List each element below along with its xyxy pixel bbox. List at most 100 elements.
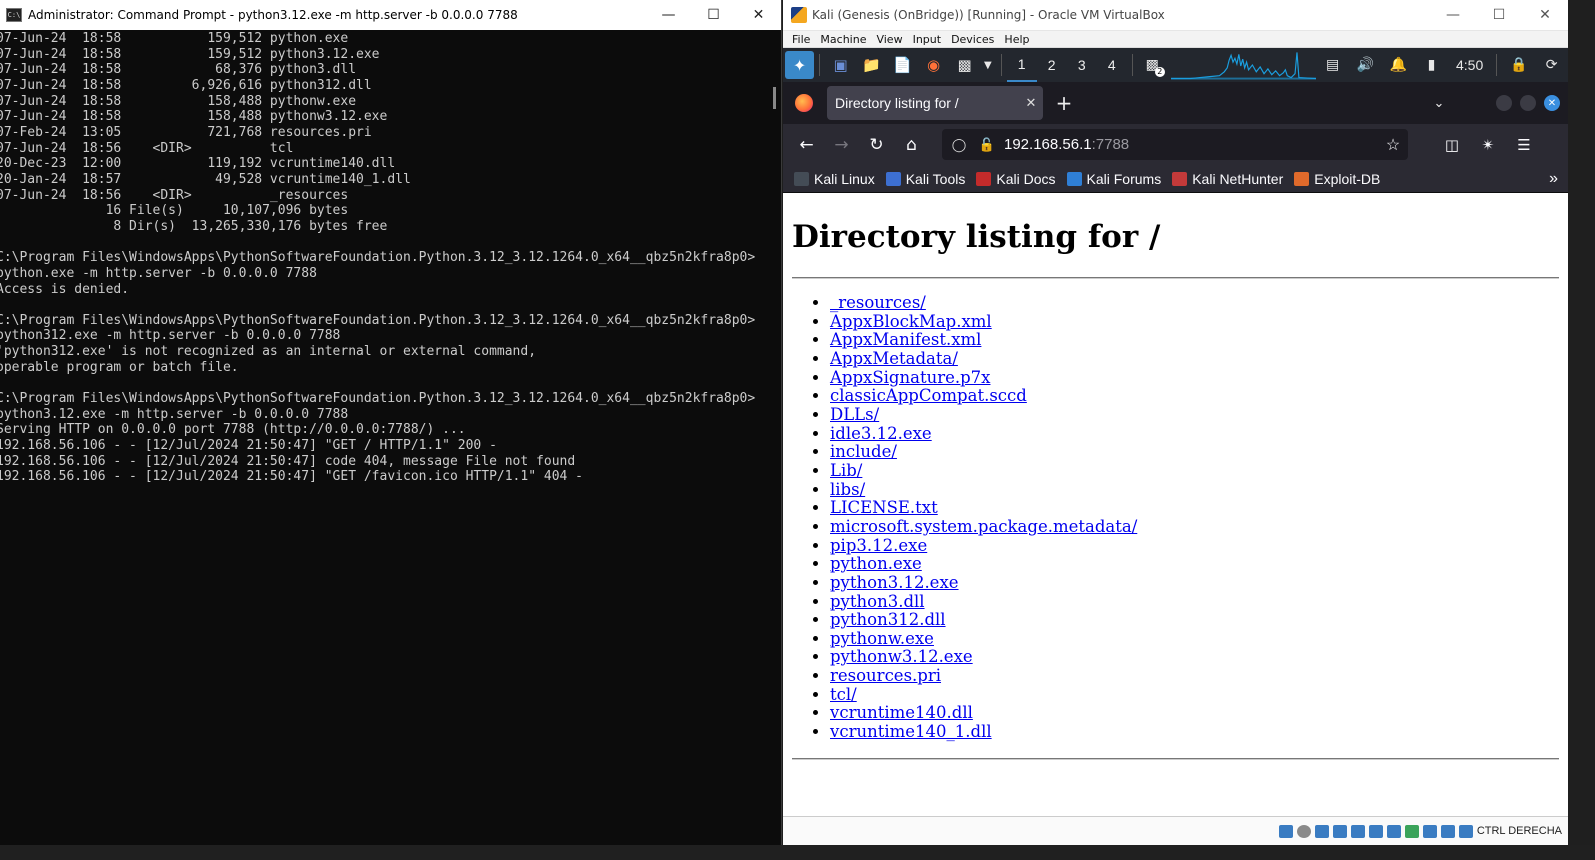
directory-entry-link[interactable]: classicAppCompat.sccd	[830, 386, 1027, 405]
directory-entry-link[interactable]: AppxSignature.p7x	[830, 368, 990, 387]
vbox-titlebar[interactable]: Kali (Genesis (OnBridge)) [Running] - Or…	[783, 0, 1568, 31]
optical-drive-icon[interactable]	[1296, 824, 1311, 838]
minimize-icon[interactable]: —	[646, 0, 691, 30]
url-bar[interactable]: ◯ 🔓 192.168.56.1:7788 ☆	[942, 129, 1408, 160]
menu-devices[interactable]: Devices	[946, 33, 999, 46]
directory-entry-link[interactable]: Lib/	[830, 461, 862, 480]
workspace-2[interactable]: 2	[1037, 48, 1067, 82]
directory-entry-link[interactable]: AppxManifest.xml	[830, 330, 981, 349]
directory-entry-link[interactable]: AppxMetadata/	[830, 349, 958, 368]
directory-entry-link[interactable]: AppxBlockMap.xml	[830, 312, 992, 331]
directory-entry-link[interactable]: pythonw3.12.exe	[830, 647, 973, 667]
usb-icon[interactable]	[1350, 824, 1365, 838]
display-icon[interactable]	[1386, 824, 1401, 838]
reload-icon[interactable]: ↻	[859, 135, 894, 155]
show-desktop-icon[interactable]: ▣	[825, 48, 856, 82]
panel-clock[interactable]: 4:50	[1448, 48, 1491, 82]
audio-icon[interactable]	[1314, 824, 1329, 838]
shield-icon[interactable]: ◯	[948, 137, 970, 153]
back-icon[interactable]: ←	[789, 135, 824, 155]
lock-icon[interactable]: 🔒	[1502, 48, 1535, 82]
directory-entry-link[interactable]: tcl/	[830, 685, 857, 704]
close-icon[interactable]: ✕	[736, 0, 781, 30]
directory-entry-link[interactable]: python.exe	[830, 554, 922, 573]
kali-menu-icon[interactable]: ✦	[785, 51, 815, 79]
vpn-icon[interactable]: ▤	[1316, 48, 1349, 82]
new-tab-icon[interactable]: +	[1049, 91, 1079, 115]
terminal-task-icon[interactable]: ▩ 2	[1138, 48, 1167, 82]
bookmark-kali-nethunter[interactable]: Kali NetHunter	[1172, 171, 1283, 187]
directory-entry-link[interactable]: include/	[830, 442, 897, 461]
hard-disk-icon[interactable]	[1278, 824, 1293, 838]
directory-entry-link[interactable]: pip3.12.exe	[830, 536, 927, 555]
forward-icon[interactable]: →	[824, 135, 859, 155]
insecure-lock-icon[interactable]: 🔓	[976, 137, 998, 153]
tab-close-icon[interactable]: ✕	[1019, 95, 1043, 111]
workspace-1[interactable]: 1	[1006, 48, 1037, 82]
cmd-console[interactable]: 07-Jun-24 18:58 159,512 python.exe 07-Jun…	[0, 30, 781, 845]
hamburger-menu-icon[interactable]: ☰	[1506, 136, 1542, 154]
window-maximize-icon[interactable]	[1520, 95, 1536, 111]
bookmarks-overflow-icon[interactable]: »	[1549, 170, 1558, 188]
workspace-3[interactable]: 3	[1067, 48, 1097, 82]
minimize-icon[interactable]: —	[1430, 0, 1476, 30]
firefox-icon[interactable]: ◉	[918, 48, 949, 82]
network-icon[interactable]	[1332, 824, 1347, 838]
directory-entry-link[interactable]: python3.dll	[830, 592, 925, 611]
directory-entry-link[interactable]: idle3.12.exe	[830, 424, 932, 443]
menu-view[interactable]: View	[871, 33, 907, 46]
shared-folders-icon[interactable]	[1368, 824, 1383, 838]
bookmark-kali-linux[interactable]: Kali Linux	[794, 171, 875, 187]
window-close-icon[interactable]: ✕	[1544, 95, 1560, 111]
logout-icon[interactable]: ⟳	[1535, 48, 1568, 82]
chevron-down-icon[interactable]: ▼	[980, 48, 996, 82]
recording-icon[interactable]	[1404, 824, 1419, 838]
directory-entry-link[interactable]: libs/	[830, 480, 865, 499]
bookmark-exploit-db[interactable]: Exploit-DB	[1294, 171, 1380, 187]
directory-entry-link[interactable]: python3.12.exe	[830, 573, 959, 592]
cpu-icon[interactable]	[1422, 824, 1437, 838]
directory-entry-link[interactable]: python312.dll	[830, 610, 946, 629]
cmd-scrollbar-thumb[interactable]	[773, 87, 776, 109]
terminal-icon[interactable]: ▩	[949, 48, 980, 82]
file-manager-icon[interactable]: 📁	[856, 48, 887, 82]
bookmark-kali-tools[interactable]: Kali Tools	[885, 171, 965, 187]
directory-entry-link[interactable]: LICENSE.txt	[830, 498, 938, 517]
cmd-titlebar[interactable]: C:\ Administrator: Command Prompt - pyth…	[0, 0, 781, 30]
console-line: 192.168.56.106 - - [12/Jul/2024 21:50:47…	[0, 469, 583, 485]
directory-entry-link[interactable]: pythonw.exe	[830, 629, 934, 648]
notification-bell-icon[interactable]: 🔔	[1382, 48, 1415, 82]
exploit-db-icon	[1294, 171, 1310, 186]
window-minimize-icon[interactable]	[1496, 95, 1512, 111]
url-text[interactable]: 192.168.56.1:7788	[998, 136, 1378, 153]
text-editor-icon[interactable]: 📄	[887, 48, 918, 82]
pocket-icon[interactable]: ◫	[1434, 136, 1470, 154]
menu-input[interactable]: Input	[908, 33, 946, 46]
workspace-4[interactable]: 4	[1097, 48, 1127, 82]
battery-icon[interactable]: ▮	[1415, 48, 1448, 82]
directory-entry-link[interactable]: resources.pri	[830, 666, 941, 685]
close-icon[interactable]: ✕	[1522, 0, 1568, 30]
directory-entry-link[interactable]: _resources/	[830, 293, 926, 312]
bookmark-kali-forums[interactable]: Kali Forums	[1066, 171, 1161, 187]
firefox-tabbar: Directory listing for / ✕ + ⌄ ✕	[783, 82, 1568, 124]
directory-entry-link[interactable]: DLLs/	[830, 405, 879, 424]
menu-help[interactable]: Help	[999, 33, 1034, 46]
console-line: 192.168.56.106 - - [12/Jul/2024 21:50:47…	[0, 438, 497, 454]
mouse-integration-icon[interactable]	[1440, 824, 1455, 838]
directory-entry-link[interactable]: microsoft.system.package.metadata/	[830, 517, 1137, 536]
list-item: vcruntime140_1.dll	[830, 722, 1559, 742]
tab-directory-listing[interactable]: Directory listing for / ✕	[827, 86, 1043, 120]
extensions-icon[interactable]: ✴	[1470, 136, 1506, 154]
bookmark-kali-docs[interactable]: Kali Docs	[976, 171, 1056, 187]
directory-entry-link[interactable]: vcruntime140_1.dll	[830, 722, 992, 741]
maximize-icon[interactable]: ☐	[1476, 0, 1522, 30]
directory-entry-link[interactable]: vcruntime140.dll	[830, 703, 973, 723]
volume-icon[interactable]: 🔊	[1349, 48, 1382, 82]
menu-file[interactable]: File	[787, 33, 815, 46]
menu-machine[interactable]: Machine	[815, 33, 871, 46]
home-icon[interactable]: ⌂	[894, 135, 929, 155]
bookmark-star-icon[interactable]: ☆	[1378, 135, 1408, 155]
list-all-tabs-icon[interactable]: ⌄	[1424, 96, 1454, 111]
maximize-icon[interactable]: ☐	[691, 0, 736, 30]
